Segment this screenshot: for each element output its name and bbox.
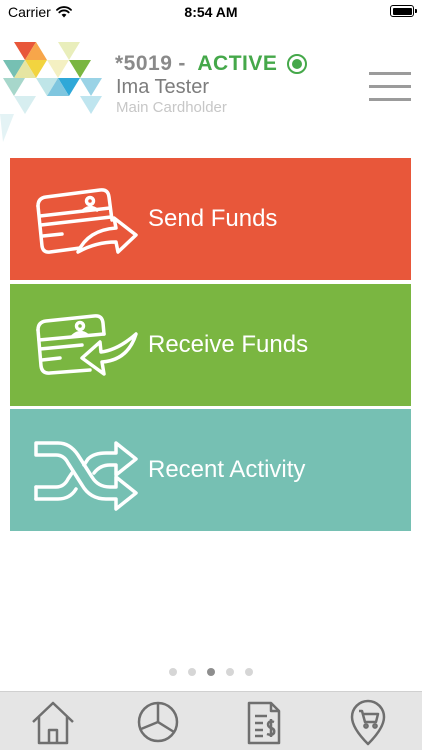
- card-receive-arrow-icon: [36, 314, 138, 376]
- active-status-icon: [287, 54, 308, 74]
- card-status-label: ACTIVE: [197, 52, 278, 75]
- location-cart-icon: [350, 699, 386, 745]
- card-number: *5019: [115, 52, 173, 75]
- page-dot[interactable]: [226, 668, 234, 676]
- tab-reports[interactable]: [128, 692, 188, 750]
- tab-home[interactable]: [23, 692, 83, 750]
- battery-icon: [390, 5, 417, 17]
- statement-dollar-icon: [247, 701, 281, 744]
- status-bar: Carrier 8:54 AM: [0, 0, 422, 24]
- send-funds-label: Send Funds: [148, 205, 278, 232]
- cardholder-role: Main Cardholder: [116, 99, 227, 116]
- recent-activity-button[interactable]: Recent Activity: [10, 409, 411, 531]
- tab-statements[interactable]: [233, 692, 293, 750]
- send-funds-button[interactable]: Send Funds: [10, 158, 411, 280]
- tab-locations[interactable]: [338, 692, 398, 750]
- clock: 8:54 AM: [184, 4, 238, 20]
- page-dot[interactable]: [245, 668, 253, 676]
- triangle-mosaic-logo: [0, 42, 102, 142]
- cardholder-name: Ima Tester: [116, 76, 209, 98]
- shuffle-arrows-icon: [34, 441, 138, 511]
- page-indicator[interactable]: [0, 668, 422, 676]
- page-dot[interactable]: [169, 668, 177, 676]
- page-dot[interactable]: [188, 668, 196, 676]
- hamburger-menu-icon[interactable]: [369, 72, 411, 102]
- card-header: *5019 - ACTIVE: [115, 52, 308, 76]
- home-icon: [32, 701, 74, 744]
- recent-activity-label: Recent Activity: [148, 456, 306, 483]
- page-dot-active[interactable]: [207, 668, 215, 676]
- card-send-arrow-icon: [36, 188, 138, 254]
- receive-funds-button[interactable]: Receive Funds: [10, 284, 411, 406]
- bottom-tab-bar: [0, 691, 422, 750]
- receive-funds-label: Receive Funds: [148, 331, 309, 358]
- pie-chart-icon: [137, 701, 179, 742]
- card-separator: -: [178, 52, 186, 75]
